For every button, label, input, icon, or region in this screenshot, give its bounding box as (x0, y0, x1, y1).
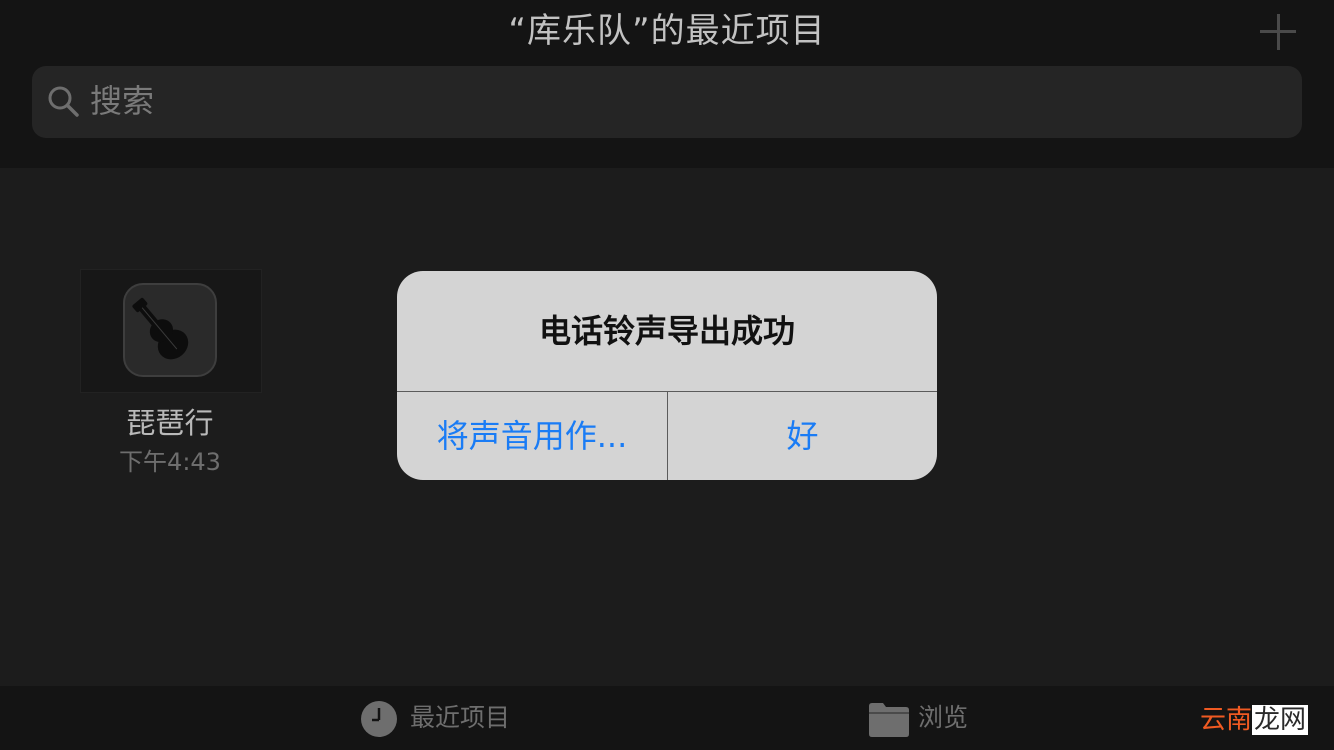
watermark: 云南龙网 (1200, 702, 1309, 738)
plus-icon[interactable] (1258, 12, 1298, 52)
alert-title: 电话铃声导出成功 (538, 312, 795, 350)
tab-recents-label: 最近项目 (410, 703, 511, 732)
search-bar[interactable]: 搜索 (32, 66, 1302, 138)
tab-browse-label: 浏览 (918, 703, 969, 732)
tab-bar: 最近项目 浏览 (0, 686, 1334, 750)
search-input[interactable]: 搜索 (90, 66, 990, 138)
ok-button[interactable]: 好 (668, 392, 937, 480)
search-icon (48, 86, 79, 117)
page-title: “库乐队”的最近项目 (508, 11, 826, 51)
folder-icon (869, 703, 909, 737)
alert-dialog: 电话铃声导出成功 将声音用作... 好 (397, 271, 937, 480)
watermark-part2: 龙网 (1252, 705, 1309, 735)
use-sound-as-button[interactable]: 将声音用作... (397, 392, 667, 480)
project-time: 下午4:43 (119, 448, 221, 476)
project-name: 琵琶行 (126, 406, 214, 440)
garageband-guitar-icon (123, 283, 217, 377)
project-thumbnail[interactable] (80, 269, 262, 393)
header: “库乐队”的最近项目 搜索 (0, 0, 1334, 168)
tab-recents[interactable]: 最近项目 (360, 686, 560, 750)
watermark-part1: 云南 (1200, 705, 1253, 735)
tab-browse[interactable]: 浏览 (868, 686, 1028, 750)
clock-icon (361, 701, 397, 737)
